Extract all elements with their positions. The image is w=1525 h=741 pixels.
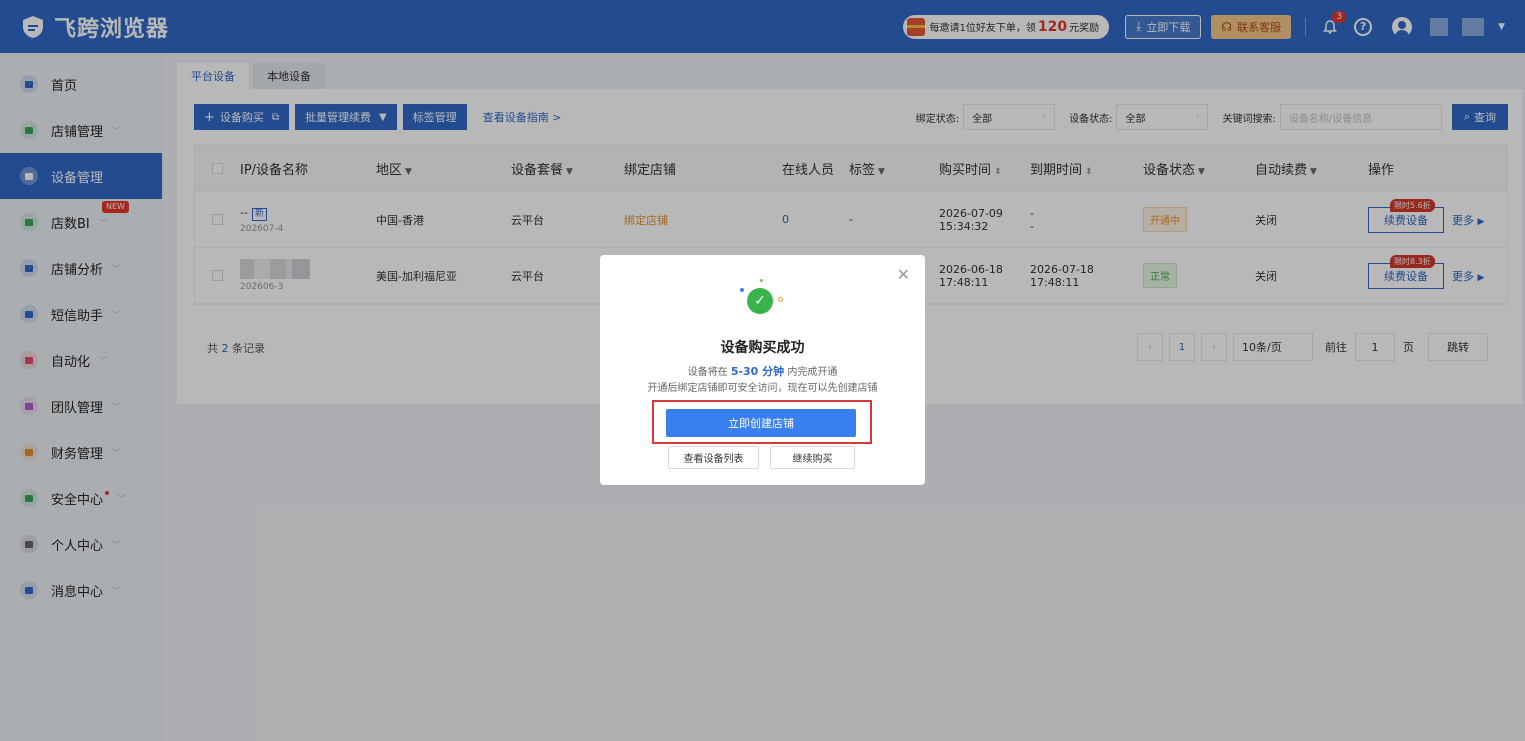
view-device-list-button[interactable]: 查看设备列表 [668, 446, 759, 469]
purchase-success-dialog: ✕ ✓ 设备购买成功 设备将在 5-30 分钟 内完成开通 开通后绑定店铺即可安… [600, 255, 925, 485]
line1-highlight: 5-30 分钟 [730, 365, 785, 378]
sparkle-decoration [760, 279, 763, 282]
sparkle-decoration [778, 297, 783, 302]
line1-prefix: 设备将在 [687, 367, 728, 378]
continue-purchase-button[interactable]: 继续购买 [770, 446, 855, 469]
dialog-line-1: 设备将在 5-30 分钟 内完成开通 [600, 363, 925, 379]
success-check-icon: ✓ [747, 288, 773, 314]
create-shop-button[interactable]: 立即创建店铺 [666, 409, 856, 437]
line1-suffix: 内完成开通 [787, 367, 838, 378]
dialog-title: 设备购买成功 [720, 340, 805, 356]
sparkle-decoration [740, 288, 744, 292]
close-icon[interactable]: ✕ [897, 267, 910, 283]
dialog-line-2: 开通后绑定店铺即可安全访问，现在可以先创建店铺 [647, 383, 878, 394]
